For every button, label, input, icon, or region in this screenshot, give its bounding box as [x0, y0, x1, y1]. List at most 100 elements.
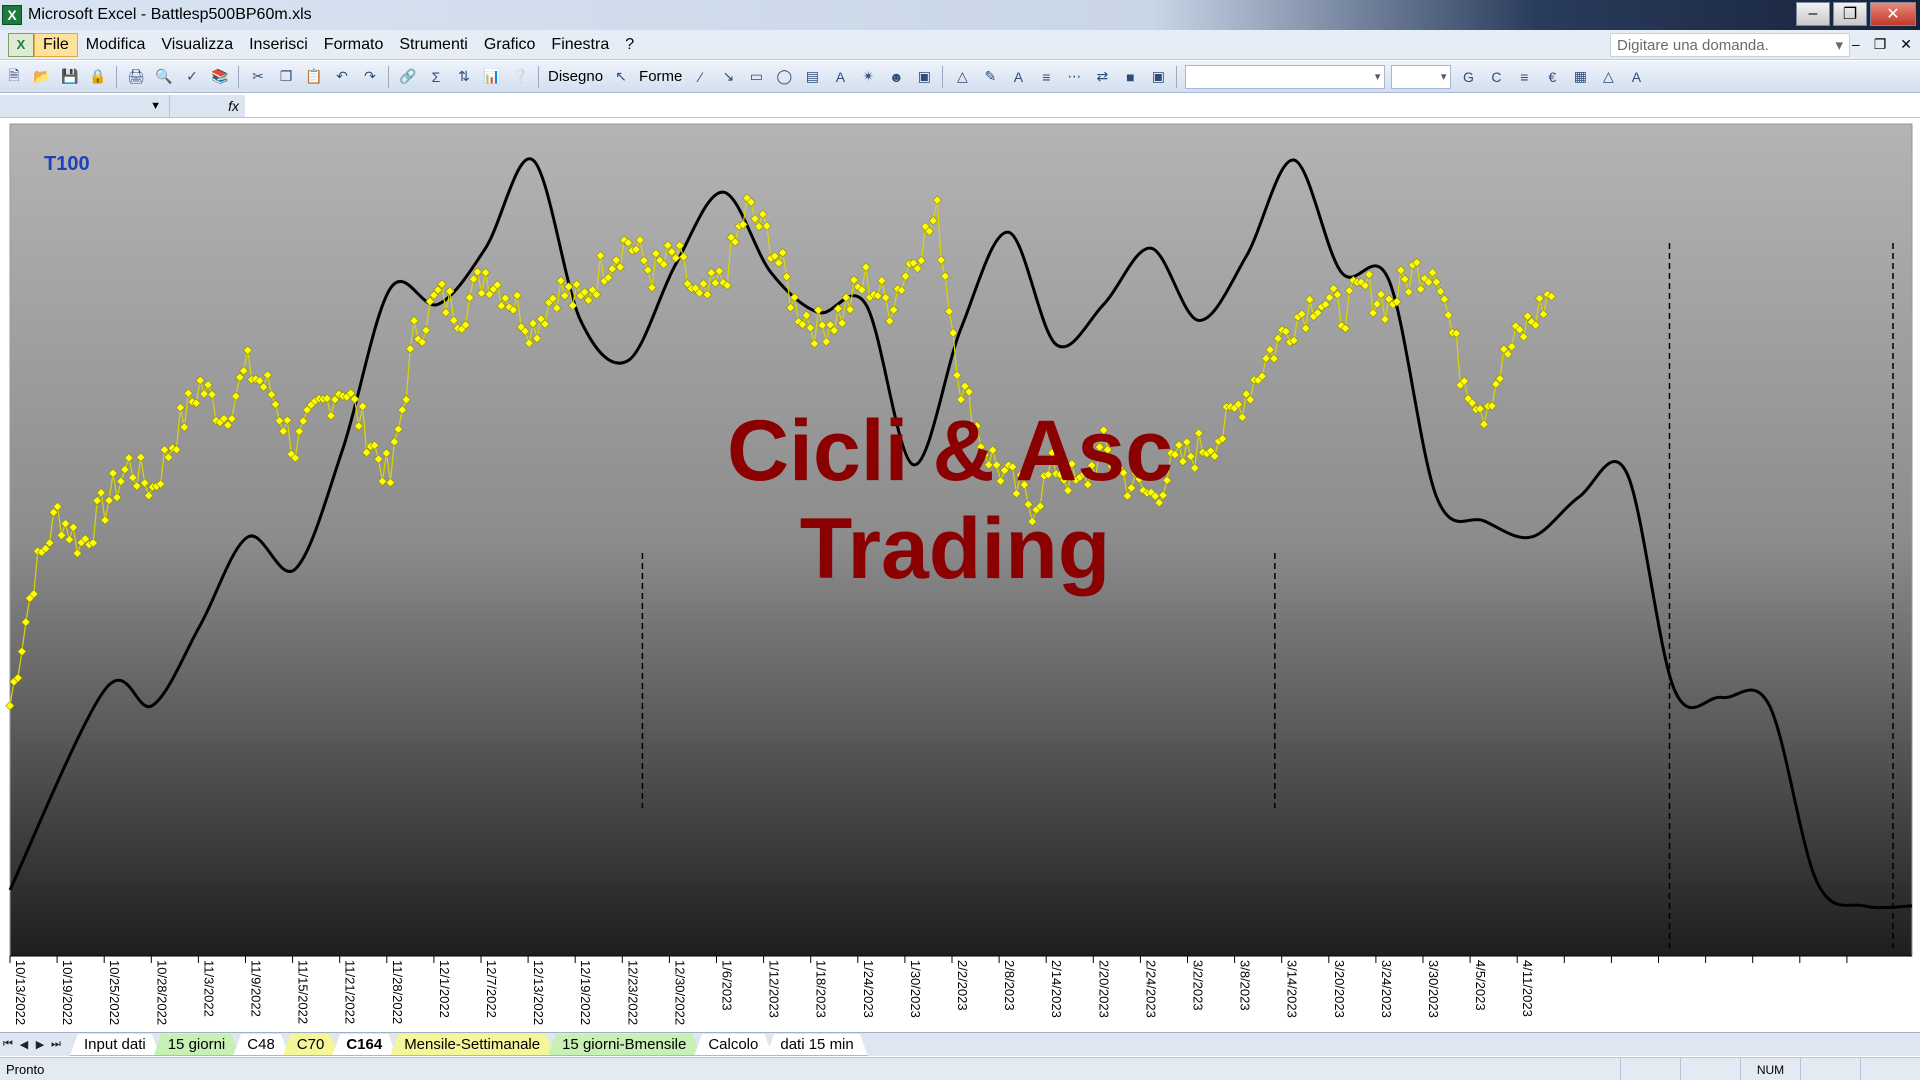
help-icon[interactable]: ❔: [508, 65, 532, 89]
tab-mensile-settimanale[interactable]: Mensile-Settimanale: [390, 1034, 554, 1056]
workbook-controls: – ❐ ✕: [1852, 36, 1912, 53]
redo-icon[interactable]: ↷: [358, 65, 382, 89]
copy-icon[interactable]: ❐: [274, 65, 298, 89]
x-tick-label: 4/11/2023: [1520, 960, 1535, 1017]
tab-c70[interactable]: C70: [283, 1034, 339, 1056]
chart-sheet[interactable]: T100 Cicli & Asc Trading 10/13/2022 10/19…: [0, 118, 1920, 1036]
wordart-icon[interactable]: A: [828, 65, 852, 89]
tab-input-dati[interactable]: Input dati: [70, 1034, 160, 1056]
open-icon[interactable]: 📂: [30, 65, 54, 89]
chevron-down-icon[interactable]: ▾: [1835, 36, 1843, 54]
menu-strumenti[interactable]: Strumenti: [391, 34, 475, 56]
sort-icon[interactable]: ⇅: [452, 65, 476, 89]
menu-inserisci[interactable]: Inserisci: [241, 34, 316, 56]
minimize-icon[interactable]: –: [1796, 2, 1830, 26]
oval-icon[interactable]: ◯: [772, 65, 796, 89]
tab-15-giorni-bmensile[interactable]: 15 giorni-Bmensile: [548, 1034, 700, 1056]
arrow-style-icon[interactable]: ⇄: [1090, 65, 1114, 89]
status-cell: [1620, 1058, 1680, 1080]
ask-question-input[interactable]: Digitare una domanda. ▾: [1610, 33, 1850, 57]
align-icon[interactable]: ≡: [1512, 65, 1536, 89]
restore-icon[interactable]: ❐: [1874, 36, 1887, 53]
fill-color-icon[interactable]: △: [950, 65, 974, 89]
chart-wizard-icon[interactable]: 📊: [480, 65, 504, 89]
diagram-icon[interactable]: ✴: [856, 65, 880, 89]
print-preview-icon[interactable]: 🔍: [152, 65, 176, 89]
forme-menu[interactable]: Forme: [635, 68, 686, 85]
clipart-icon[interactable]: ☻: [884, 65, 908, 89]
line-icon[interactable]: ∕: [688, 65, 712, 89]
tab-calcolo[interactable]: Calcolo: [694, 1034, 772, 1056]
excel-icon[interactable]: X: [2, 5, 22, 25]
close-icon[interactable]: ✕: [1900, 36, 1912, 53]
menu-formato[interactable]: Formato: [316, 34, 392, 56]
close-icon[interactable]: ✕: [1870, 2, 1916, 26]
x-tick-label: 3/8/2023: [1238, 960, 1253, 1011]
hyperlink-icon[interactable]: 🔗: [396, 65, 420, 89]
line-color-icon[interactable]: ✎: [978, 65, 1002, 89]
tab-c48[interactable]: C48: [233, 1034, 289, 1056]
font-color-icon[interactable]: A: [1624, 65, 1648, 89]
undo-icon[interactable]: ↶: [330, 65, 354, 89]
research-icon[interactable]: 📚: [208, 65, 232, 89]
save-icon[interactable]: 💾: [58, 65, 82, 89]
menu-modifica[interactable]: Modifica: [78, 34, 154, 56]
menu-file[interactable]: File: [34, 32, 78, 57]
autosum-icon[interactable]: Σ: [424, 65, 448, 89]
picture-icon[interactable]: ▣: [912, 65, 936, 89]
x-tick-label: 1/18/2023: [814, 960, 829, 1018]
next-sheet-icon[interactable]: ▶: [32, 1038, 48, 1051]
bold-icon[interactable]: G: [1456, 65, 1480, 89]
shadow-icon[interactable]: ■: [1118, 65, 1142, 89]
textbox-icon[interactable]: ▤: [800, 65, 824, 89]
fill-color-icon[interactable]: △: [1596, 65, 1620, 89]
num-indicator: NUM: [1740, 1058, 1800, 1080]
fx-icon[interactable]: fx: [170, 94, 245, 117]
print-icon[interactable]: 🖨: [124, 65, 148, 89]
status-indicators: NUM: [1620, 1058, 1920, 1080]
font-color-icon[interactable]: A: [1006, 65, 1030, 89]
menu-bar: X File Modifica Visualizza Inserisci For…: [0, 30, 1920, 60]
minimize-icon[interactable]: –: [1852, 36, 1860, 53]
toolbar: 🗎 📂 💾 🔒 🖨 🔍 ✓ 📚 ✂ ❐ 📋 ↶ ↷ 🔗 Σ ⇅ 📊 ❔ Dise…: [0, 61, 1920, 93]
font-name-combo[interactable]: ▾: [1185, 64, 1386, 89]
status-text: Pronto: [6, 1061, 45, 1077]
dash-style-icon[interactable]: ⋯: [1062, 65, 1086, 89]
first-sheet-icon[interactable]: ⏮: [0, 1038, 16, 1051]
restore-icon[interactable]: ❐: [1833, 2, 1867, 26]
menu-grafico[interactable]: Grafico: [476, 34, 544, 56]
spelling-icon[interactable]: ✓: [180, 65, 204, 89]
line-style-icon[interactable]: ≡: [1034, 65, 1058, 89]
menu-help[interactable]: ?: [617, 34, 642, 56]
status-cell: [1860, 1058, 1920, 1080]
permission-icon[interactable]: 🔒: [86, 65, 110, 89]
x-tick-label: 2/14/2023: [1049, 960, 1064, 1018]
chart[interactable]: T100 Cicli & Asc Trading 10/13/2022 10/19…: [0, 118, 1920, 1036]
arrow-icon[interactable]: ↘: [716, 65, 740, 89]
name-box[interactable]: ▼: [0, 94, 170, 117]
sheet-tabs-bar: ⏮ ◀ ▶ ⏭ Input dati 15 giorni C48 C70 C16…: [0, 1032, 1920, 1056]
tab-dati-15-min[interactable]: dati 15 min: [766, 1034, 867, 1056]
workbook-icon[interactable]: X: [8, 32, 34, 57]
tab-15-giorni[interactable]: 15 giorni: [154, 1034, 240, 1056]
x-tick-label: 3/24/2023: [1379, 960, 1394, 1018]
select-pointer-icon[interactable]: ↖: [609, 65, 633, 89]
euro-icon[interactable]: €: [1540, 65, 1564, 89]
new-icon[interactable]: 🗎: [2, 65, 26, 89]
3d-icon[interactable]: ▣: [1146, 65, 1170, 89]
status-bar: Pronto NUM: [0, 1057, 1920, 1080]
menu-finestra[interactable]: Finestra: [543, 34, 617, 56]
x-tick-label: 4/5/2023: [1473, 960, 1488, 1011]
borders-icon[interactable]: ▦: [1568, 65, 1592, 89]
tab-c164[interactable]: C164: [332, 1034, 396, 1056]
font-size-combo[interactable]: ▾: [1391, 64, 1452, 89]
italic-icon[interactable]: C: [1484, 65, 1508, 89]
rectangle-icon[interactable]: ▭: [744, 65, 768, 89]
cut-icon[interactable]: ✂: [246, 65, 270, 89]
last-sheet-icon[interactable]: ⏭: [48, 1038, 64, 1051]
paste-icon[interactable]: 📋: [302, 65, 326, 89]
menu-visualizza[interactable]: Visualizza: [153, 34, 241, 56]
disegno-menu[interactable]: Disegno: [544, 68, 607, 85]
x-tick-label: 2/8/2023: [1002, 960, 1017, 1011]
prev-sheet-icon[interactable]: ◀: [16, 1038, 32, 1051]
